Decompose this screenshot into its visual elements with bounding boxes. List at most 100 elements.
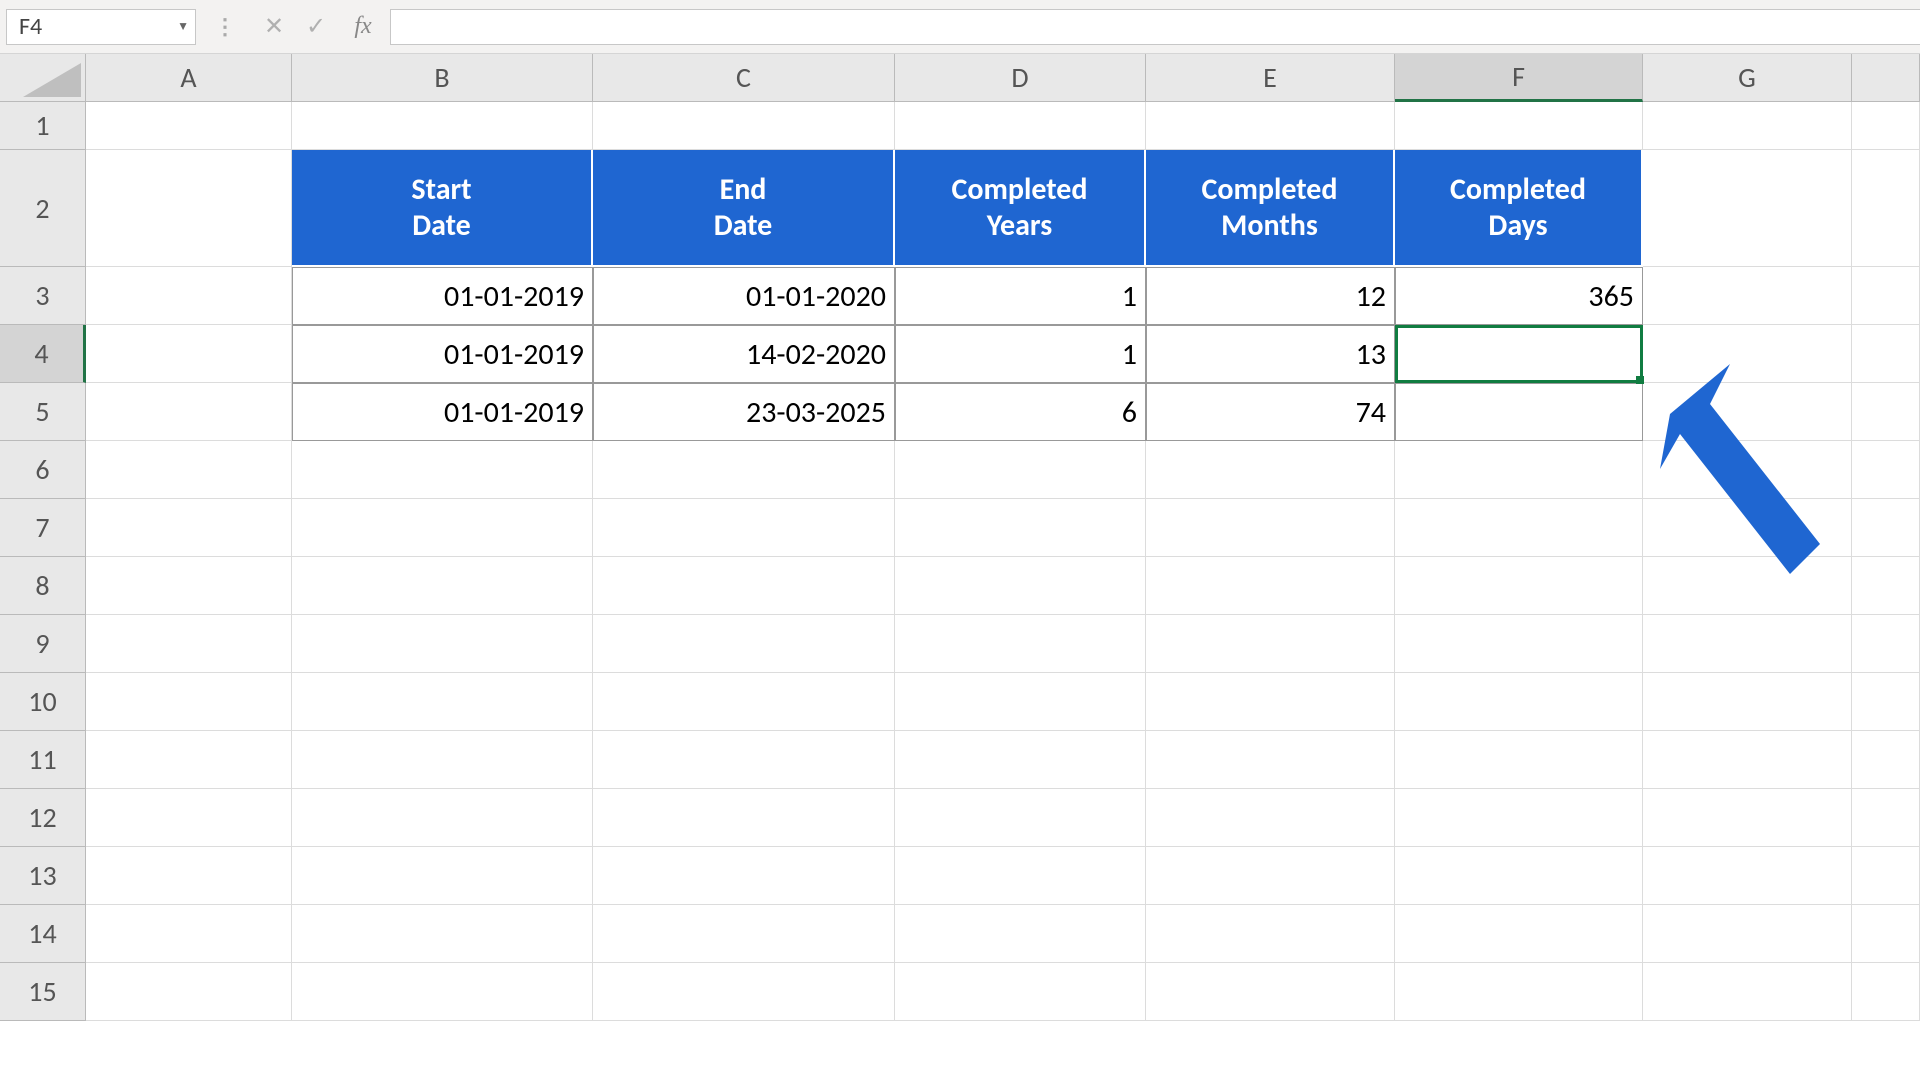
cell-C1[interactable] — [593, 102, 895, 150]
cell-A2[interactable] — [86, 150, 292, 267]
cell-A13[interactable] — [86, 847, 292, 905]
cell-C14[interactable] — [593, 905, 895, 963]
cell-D14[interactable] — [895, 905, 1146, 963]
cell-A4[interactable] — [86, 325, 292, 383]
cell-F11[interactable] — [1395, 731, 1643, 789]
cell-G6[interactable] — [1643, 441, 1852, 499]
cell-H4[interactable] — [1852, 325, 1920, 383]
cell-G5[interactable] — [1643, 383, 1852, 441]
cell-D4[interactable]: 1 — [895, 325, 1146, 383]
cell-H15[interactable] — [1852, 963, 1920, 1021]
row-header-8[interactable]: 8 — [0, 557, 86, 615]
cell-H6[interactable] — [1852, 441, 1920, 499]
cell-E12[interactable] — [1146, 789, 1395, 847]
formula-input-wrap[interactable] — [390, 9, 1920, 45]
cell-G2[interactable] — [1643, 150, 1852, 267]
spreadsheet-grid[interactable]: A B C D E F G 1 2 3 4 5 6 7 8 9 10 11 12… — [0, 54, 1920, 1080]
row-header-5[interactable]: 5 — [0, 383, 86, 441]
cell-A5[interactable] — [86, 383, 292, 441]
row-header-9[interactable]: 9 — [0, 615, 86, 673]
cell-D2[interactable]: Completed Years — [895, 150, 1146, 267]
cell-B7[interactable] — [292, 499, 593, 557]
row-header-12[interactable]: 12 — [0, 789, 86, 847]
cell-C2[interactable]: End Date — [593, 150, 895, 267]
row-header-4[interactable]: 4 — [0, 325, 86, 383]
row-header-6[interactable]: 6 — [0, 441, 86, 499]
row-header-1[interactable]: 1 — [0, 102, 86, 150]
cell-H3[interactable] — [1852, 267, 1920, 325]
row-header-2[interactable]: 2 — [0, 150, 86, 267]
col-header-C[interactable]: C — [593, 54, 895, 102]
cell-F6[interactable] — [1395, 441, 1643, 499]
insert-function-icon[interactable]: fx — [338, 13, 388, 40]
cell-G10[interactable] — [1643, 673, 1852, 731]
cell-B1[interactable] — [292, 102, 593, 150]
row-header-15[interactable]: 15 — [0, 963, 86, 1021]
cell-D1[interactable] — [895, 102, 1146, 150]
cell-F5[interactable] — [1395, 383, 1643, 441]
cell-F2[interactable]: Completed Days — [1395, 150, 1643, 267]
cell-A15[interactable] — [86, 963, 292, 1021]
row-header-11[interactable]: 11 — [0, 731, 86, 789]
cell-H11[interactable] — [1852, 731, 1920, 789]
cell-H10[interactable] — [1852, 673, 1920, 731]
cell-C13[interactable] — [593, 847, 895, 905]
cell-C7[interactable] — [593, 499, 895, 557]
cell-D9[interactable] — [895, 615, 1146, 673]
cell-F7[interactable] — [1395, 499, 1643, 557]
name-box-dropdown-icon[interactable]: ▼ — [177, 19, 189, 34]
cell-F4[interactable] — [1395, 325, 1643, 383]
cell-B8[interactable] — [292, 557, 593, 615]
cell-E4[interactable]: 13 — [1146, 325, 1395, 383]
cell-H9[interactable] — [1852, 615, 1920, 673]
cell-F9[interactable] — [1395, 615, 1643, 673]
cell-E2[interactable]: Completed Months — [1146, 150, 1395, 267]
col-header-blank[interactable] — [1852, 54, 1920, 102]
cell-B4[interactable]: 01-01-2019 — [292, 325, 593, 383]
cell-D7[interactable] — [895, 499, 1146, 557]
cell-C15[interactable] — [593, 963, 895, 1021]
cell-B2[interactable]: Start Date — [292, 150, 593, 267]
cell-B9[interactable] — [292, 615, 593, 673]
row-header-10[interactable]: 10 — [0, 673, 86, 731]
cell-A7[interactable] — [86, 499, 292, 557]
cell-H8[interactable] — [1852, 557, 1920, 615]
col-header-A[interactable]: A — [86, 54, 292, 102]
cell-A9[interactable] — [86, 615, 292, 673]
cell-H14[interactable] — [1852, 905, 1920, 963]
cell-E5[interactable]: 74 — [1146, 383, 1395, 441]
cell-F10[interactable] — [1395, 673, 1643, 731]
cell-A3[interactable] — [86, 267, 292, 325]
cell-A8[interactable] — [86, 557, 292, 615]
cell-D8[interactable] — [895, 557, 1146, 615]
cell-D11[interactable] — [895, 731, 1146, 789]
cell-G9[interactable] — [1643, 615, 1852, 673]
cell-C11[interactable] — [593, 731, 895, 789]
cell-G7[interactable] — [1643, 499, 1852, 557]
cell-B13[interactable] — [292, 847, 593, 905]
cell-F12[interactable] — [1395, 789, 1643, 847]
cell-D5[interactable]: 6 — [895, 383, 1146, 441]
cell-B14[interactable] — [292, 905, 593, 963]
cell-H12[interactable] — [1852, 789, 1920, 847]
cell-G8[interactable] — [1643, 557, 1852, 615]
cell-C12[interactable] — [593, 789, 895, 847]
cell-G1[interactable] — [1643, 102, 1852, 150]
cell-E15[interactable] — [1146, 963, 1395, 1021]
name-box[interactable]: ▼ — [6, 9, 196, 45]
cell-D13[interactable] — [895, 847, 1146, 905]
cell-G3[interactable] — [1643, 267, 1852, 325]
cell-A12[interactable] — [86, 789, 292, 847]
cell-B12[interactable] — [292, 789, 593, 847]
cell-E3[interactable]: 12 — [1146, 267, 1395, 325]
col-header-F[interactable]: F — [1395, 54, 1643, 102]
col-header-D[interactable]: D — [895, 54, 1146, 102]
cell-G4[interactable] — [1643, 325, 1852, 383]
col-header-G[interactable]: G — [1643, 54, 1852, 102]
cell-C8[interactable] — [593, 557, 895, 615]
cell-H13[interactable] — [1852, 847, 1920, 905]
cell-A10[interactable] — [86, 673, 292, 731]
cell-A11[interactable] — [86, 731, 292, 789]
cell-H2[interactable] — [1852, 150, 1920, 267]
row-header-3[interactable]: 3 — [0, 267, 86, 325]
